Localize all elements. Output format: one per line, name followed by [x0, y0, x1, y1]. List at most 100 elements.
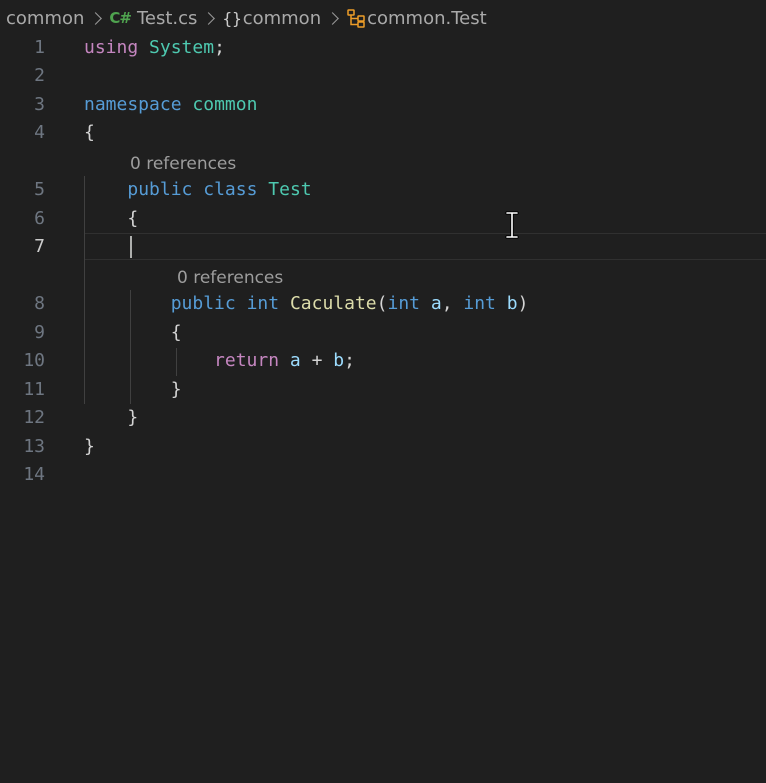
chevron-right-icon [326, 11, 339, 25]
line-number: 8 [34, 293, 45, 314]
line-number: 14 [23, 464, 45, 485]
text-cursor [130, 236, 132, 258]
breadcrumb-namespace[interactable]: {} common [222, 8, 321, 29]
breadcrumb-folder-label: common [6, 7, 85, 29]
code-token: Caculate [289, 293, 377, 314]
code-line[interactable]: 1 using System; [0, 34, 766, 62]
code-text[interactable]: } [84, 376, 182, 404]
line-number: 10 [23, 350, 45, 371]
code-token: Test [268, 179, 312, 200]
code-editor[interactable]: common C# Test.cs {} common common.Test [0, 0, 766, 783]
code-line[interactable]: 3 namespace common [0, 91, 766, 119]
class-icon [347, 9, 365, 28]
line-number: 7 [34, 236, 45, 257]
code-token: int [387, 293, 420, 314]
csharp-file-icon: C# [109, 9, 132, 27]
code-line[interactable]: 7 [0, 233, 766, 261]
breadcrumb-class-label: common.Test [367, 7, 487, 29]
code-token: public [170, 293, 236, 314]
namespace-icon: {} [222, 8, 242, 28]
code-token: ; [214, 37, 225, 58]
code-line[interactable]: 10 return a + b; [0, 347, 766, 375]
code-token: { [84, 122, 95, 143]
line-number: 12 [23, 407, 45, 428]
code-text[interactable]: { [84, 205, 138, 233]
chevron-right-icon [89, 11, 103, 25]
code-token: System [149, 37, 215, 58]
code-token: b [506, 293, 518, 314]
code-text[interactable]: } [84, 404, 138, 432]
code-token: return [214, 350, 280, 371]
code-line[interactable]: 4{ [0, 119, 766, 147]
code-line[interactable]: 8 public int Caculate(int a, int b) [0, 290, 766, 318]
code-line[interactable]: 14 [0, 461, 766, 489]
line-number: 3 [34, 94, 45, 115]
line-number: 1 [34, 37, 45, 58]
code-line[interactable]: 13} [0, 433, 766, 461]
code-token: ) [517, 293, 529, 314]
ibeam-cursor-icon [505, 211, 519, 239]
line-number: 4 [34, 122, 45, 143]
code-token: common [192, 94, 258, 115]
code-token: public [127, 179, 193, 200]
code-text[interactable]: } [84, 433, 95, 461]
line-number: 2 [34, 65, 45, 86]
code-token: a [289, 350, 301, 371]
code-token: using [84, 37, 139, 58]
code-token: int [246, 293, 280, 314]
code-text[interactable]: public int Caculate(int a, int b) [84, 290, 529, 318]
code-token: + [300, 350, 334, 371]
code-token: int [463, 293, 496, 314]
code-token: class [203, 179, 258, 200]
breadcrumb: common C# Test.cs {} common common.Test [6, 0, 487, 36]
breadcrumb-file[interactable]: C# Test.cs [109, 8, 197, 29]
code-line[interactable]: 2 [0, 62, 766, 90]
line-number: 5 [34, 179, 45, 200]
code-line[interactable]: 12 } [0, 404, 766, 432]
breadcrumb-folder[interactable]: common [6, 8, 84, 29]
code-text[interactable]: using System; [84, 34, 225, 62]
code-line[interactable]: 6 { [0, 205, 766, 233]
line-number: 11 [23, 379, 45, 400]
code-token: namespace [84, 94, 182, 115]
code-text[interactable]: { [84, 319, 182, 347]
code-text[interactable]: { [84, 119, 95, 147]
code-token: ; [344, 350, 355, 371]
code-token: ( [376, 293, 388, 314]
code-token: , [441, 293, 464, 314]
code-token: b [333, 350, 345, 371]
code-text[interactable]: public class Test [84, 176, 312, 204]
codelens-class-references[interactable]: 0 references [130, 152, 236, 176]
code-line[interactable]: 5 public class Test [0, 176, 766, 204]
line-number: 13 [23, 436, 45, 457]
chevron-right-icon [202, 11, 216, 25]
code-token: } [84, 436, 95, 457]
breadcrumb-namespace-label: common [242, 7, 322, 29]
code-text[interactable]: namespace common [84, 91, 257, 119]
code-token: } [170, 379, 182, 400]
codelens-method-references[interactable]: 0 references [177, 266, 283, 290]
code-line[interactable]: 9 { [0, 319, 766, 347]
code-token: { [170, 322, 182, 343]
breadcrumb-class[interactable]: common.Test [346, 8, 487, 29]
code-token: { [127, 208, 139, 229]
code-token: a [430, 293, 442, 314]
code-text[interactable]: return a + b; [84, 347, 355, 375]
line-number: 6 [34, 208, 45, 229]
code-line[interactable]: 11 } [0, 376, 766, 404]
code-token: } [127, 407, 139, 428]
